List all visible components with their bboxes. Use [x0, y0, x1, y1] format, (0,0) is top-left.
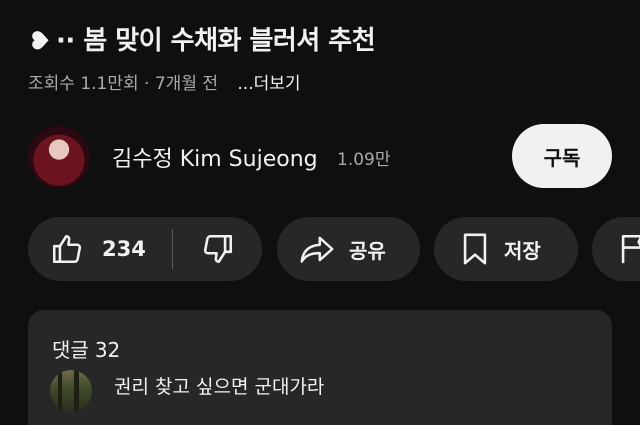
like-count: 234: [102, 237, 146, 261]
meta-separator: ·: [144, 74, 150, 94]
share-label: 공유: [349, 238, 386, 263]
heart-icon: [28, 26, 54, 59]
action-bar: 234 공유 저장: [28, 217, 640, 281]
video-meta[interactable]: 조회수 1.1만회 · 7개월 전 ...더보기: [28, 69, 301, 94]
commenter-avatar: [50, 370, 92, 412]
comment-count: 32: [94, 338, 121, 362]
comments-header: 댓글 32: [52, 334, 120, 363]
channel-name[interactable]: 김수정 Kim Sujeong: [112, 141, 318, 173]
video-title[interactable]: ·· 봄 맞이 수채화 블러셔 추천: [28, 20, 376, 59]
subscribe-button[interactable]: 구독: [512, 124, 612, 188]
comments-section[interactable]: 댓글 32 권리 찾고 싶으면 군대가라: [28, 310, 612, 425]
thumbs-up-icon: [50, 232, 84, 266]
thumbs-down-icon: [201, 232, 235, 266]
bookmark-icon: [460, 232, 490, 266]
like-dislike-group: 234: [28, 217, 262, 281]
top-comment-text: 권리 찾고 싶으면 군대가라: [114, 376, 325, 398]
comments-label: 댓글: [52, 338, 89, 362]
flag-icon: [618, 232, 640, 266]
watch-page: ·· 봄 맞이 수채화 블러셔 추천 조회수 1.1만회 · 7개월 전 ...…: [0, 0, 640, 425]
like-button[interactable]: 234: [28, 217, 170, 281]
subscriber-count: 1.09만: [337, 150, 391, 170]
more-button[interactable]: ...더보기: [237, 74, 300, 94]
video-title-text: ·· 봄 맞이 수채화 블러셔 추천: [56, 26, 376, 56]
save-label: 저장: [504, 238, 541, 263]
share-arrow-icon: [299, 232, 335, 266]
save-button[interactable]: 저장: [434, 217, 578, 281]
channel-row: 김수정 Kim Sujeong 1.09만 구독: [28, 124, 612, 188]
report-button[interactable]: [592, 217, 640, 281]
dislike-button[interactable]: [173, 217, 262, 281]
view-count: 조회수 1.1만회: [28, 74, 139, 94]
upload-age: 7개월 전: [154, 74, 218, 94]
share-button[interactable]: 공유: [277, 217, 420, 281]
channel-avatar[interactable]: [28, 126, 90, 188]
